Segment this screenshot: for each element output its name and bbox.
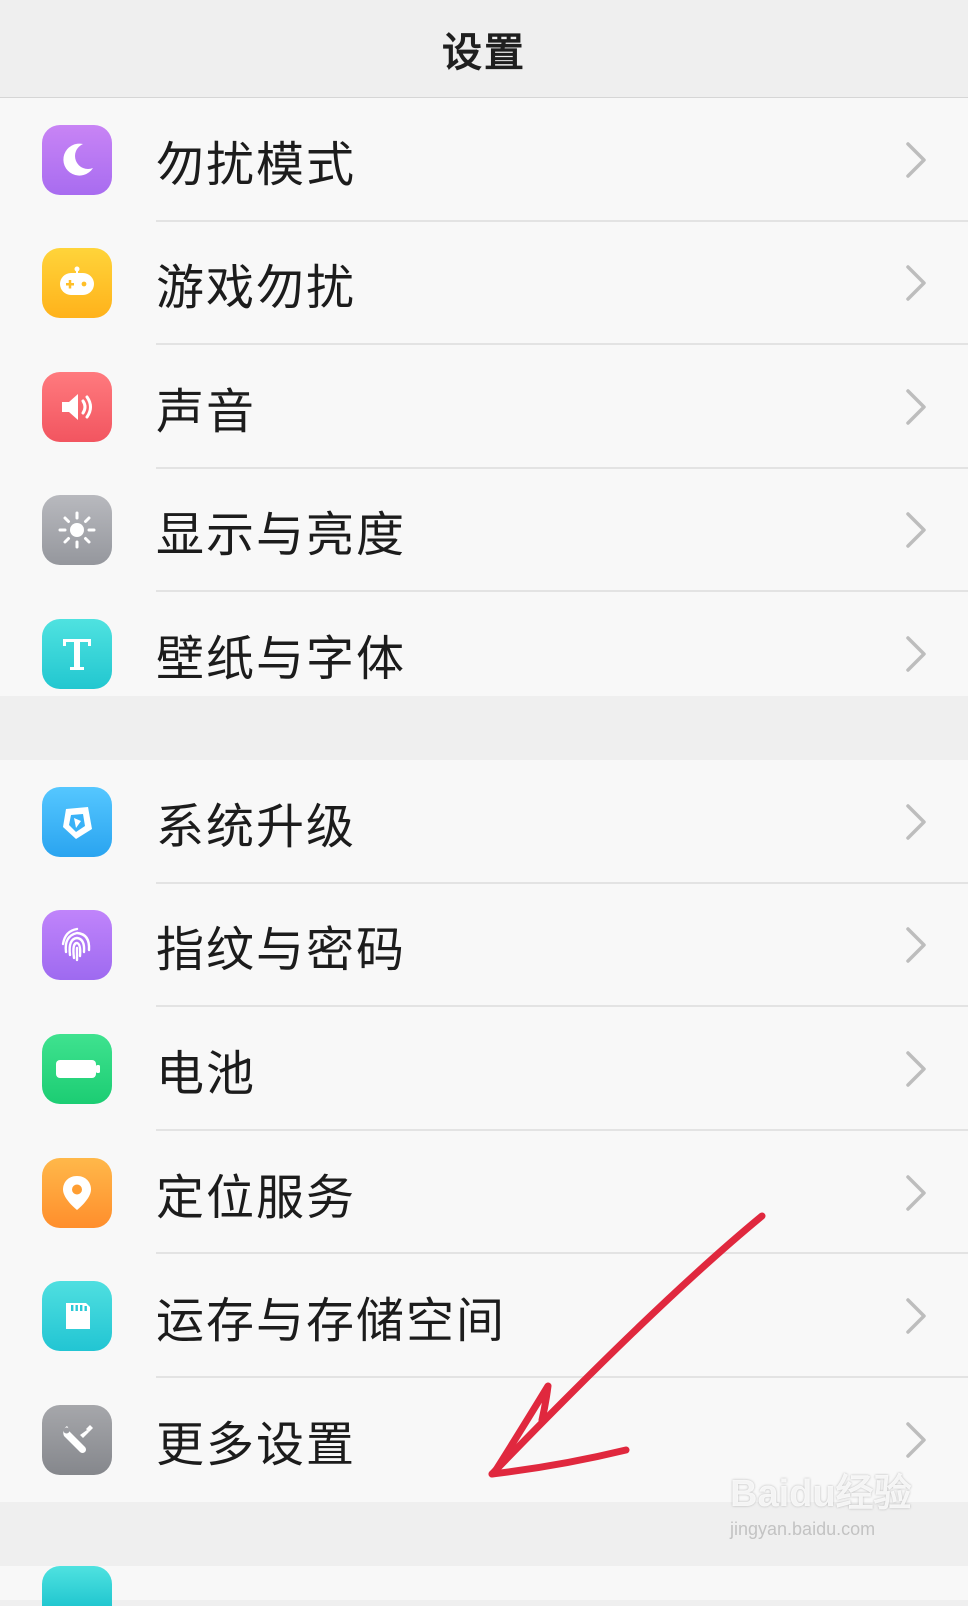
location-pin-icon: [42, 1157, 112, 1228]
settings-item-label: 定位服务: [156, 1169, 357, 1226]
settings-item-label: 声音: [156, 383, 257, 440]
next-item-icon: [42, 1566, 112, 1606]
gamepad-icon: [42, 248, 112, 319]
settings-group-1: 勿扰模式 游戏勿扰 声音 显示与亮度 壁纸与字体: [0, 98, 968, 696]
settings-item-system-upgrade[interactable]: 系统升级: [0, 760, 968, 884]
settings-item-wallpaper-font[interactable]: 壁纸与字体: [0, 592, 968, 716]
chevron-right-icon: [906, 389, 926, 425]
title-bar: 设置: [0, 0, 968, 98]
baidu-watermark: Baidu经验 jingyan.baidu.com: [730, 1462, 940, 1582]
chevron-right-icon: [906, 927, 926, 964]
settings-item-label: 系统升级: [156, 798, 357, 855]
sd-card-icon: [42, 1281, 112, 1352]
settings-item-label: 游戏勿扰: [156, 260, 357, 317]
settings-item-sound[interactable]: 声音: [0, 345, 968, 469]
chevron-right-icon: [906, 804, 926, 840]
settings-item-label: 勿扰模式: [156, 136, 357, 193]
settings-item-battery[interactable]: 电池: [0, 1007, 968, 1131]
sun-icon: [42, 495, 112, 566]
settings-item-label: 运存与存储空间: [156, 1293, 507, 1350]
settings-item-label: 更多设置: [156, 1416, 357, 1473]
settings-item-game-dnd[interactable]: 游戏勿扰: [0, 222, 968, 346]
chevron-right-icon: [906, 1422, 926, 1458]
watermark-logo: Baidu经验: [730, 1473, 912, 1515]
upgrade-icon: [42, 786, 112, 857]
settings-item-label: 壁纸与字体: [156, 630, 407, 687]
settings-item-memory-storage[interactable]: 运存与存储空间: [0, 1254, 968, 1378]
chevron-right-icon: [906, 1051, 926, 1087]
page-title: 设置: [442, 29, 526, 76]
settings-item-label: 电池: [156, 1045, 257, 1102]
wrench-icon: [42, 1404, 112, 1475]
chevron-right-icon: [906, 636, 926, 672]
chevron-right-icon: [906, 1174, 926, 1211]
chevron-right-icon: [906, 512, 926, 548]
chevron-right-icon: [906, 1298, 926, 1334]
watermark-url: jingyan.baidu.com: [730, 1519, 876, 1539]
settings-item-label: 指纹与密码: [156, 922, 407, 979]
chevron-right-icon: [906, 265, 926, 301]
battery-icon: [42, 1033, 112, 1104]
settings-item-do-not-disturb[interactable]: 勿扰模式: [0, 98, 968, 222]
settings-group-2: 系统升级 指纹与密码 电池 定位服务 运存与存储空间 更多设置: [0, 760, 968, 1502]
letter-t-icon: [42, 618, 112, 689]
settings-item-label: 显示与亮度: [156, 507, 407, 564]
settings-item-fingerprint-password[interactable]: 指纹与密码: [0, 884, 968, 1008]
fingerprint-icon: [42, 910, 112, 981]
settings-item-display-brightness[interactable]: 显示与亮度: [0, 469, 968, 593]
settings-item-location-services[interactable]: 定位服务: [0, 1131, 968, 1255]
moon-icon: [42, 124, 112, 195]
chevron-right-icon: [906, 142, 926, 178]
speaker-icon: [42, 371, 112, 442]
